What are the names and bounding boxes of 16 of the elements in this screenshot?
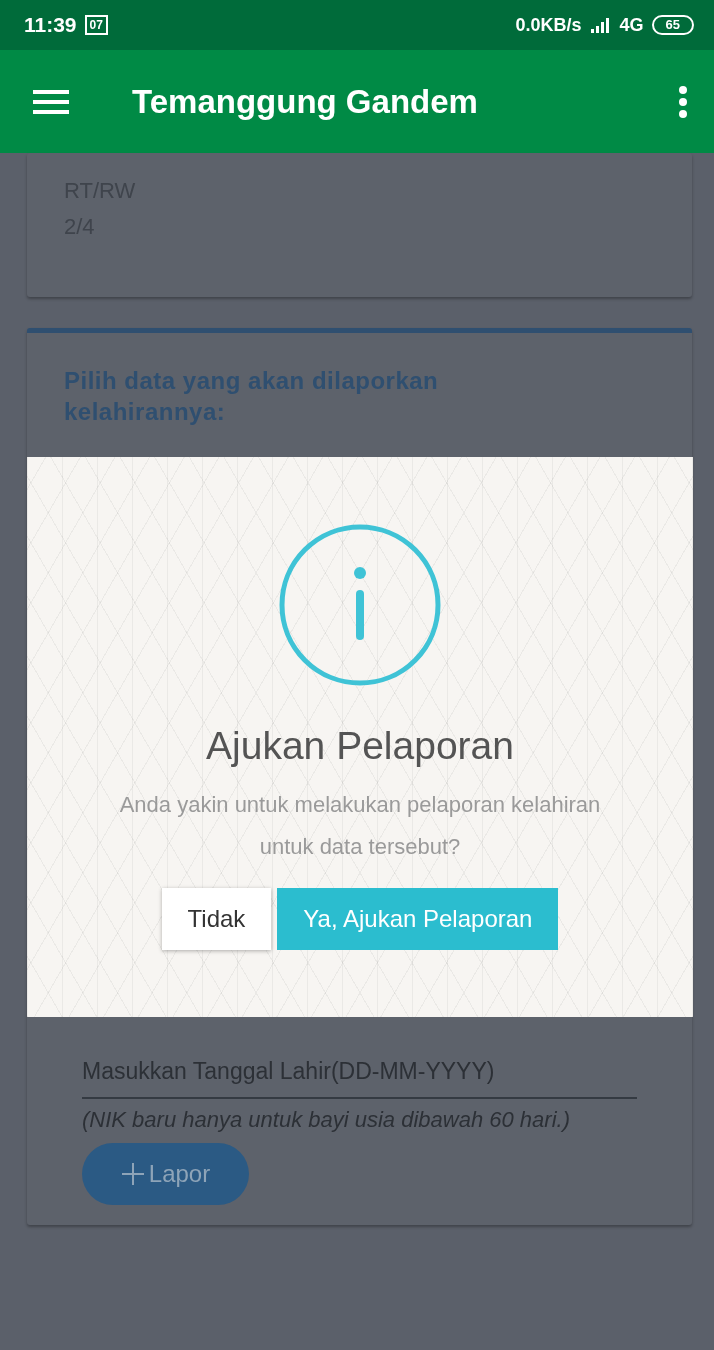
signal-icon — [589, 17, 612, 33]
dialog-message: Anda yakin untuk melakukan pelaporan kelahiran untuk data tersebut? — [118, 791, 602, 861]
menu-icon[interactable] — [33, 88, 69, 115]
network-type: 4G — [619, 14, 644, 36]
report-button[interactable]: Lapor — [82, 1143, 249, 1205]
cancel-button[interactable]: Tidak — [161, 888, 272, 950]
plus-icon — [120, 1162, 145, 1186]
clock-time: 11:39 — [24, 13, 77, 37]
battery-icon: 65 — [651, 15, 694, 35]
calendar-icon: 07 — [84, 15, 108, 35]
network-speed: 0.0KB/s — [515, 14, 582, 36]
more-options-icon[interactable] — [678, 85, 688, 118]
info-icon — [279, 524, 441, 686]
app-title: Temanggung Gandem — [132, 82, 479, 121]
confirm-button[interactable]: Ya, Ajukan Pelaporan — [277, 888, 559, 950]
dialog-title: Ajukan Pelaporan — [206, 724, 514, 768]
